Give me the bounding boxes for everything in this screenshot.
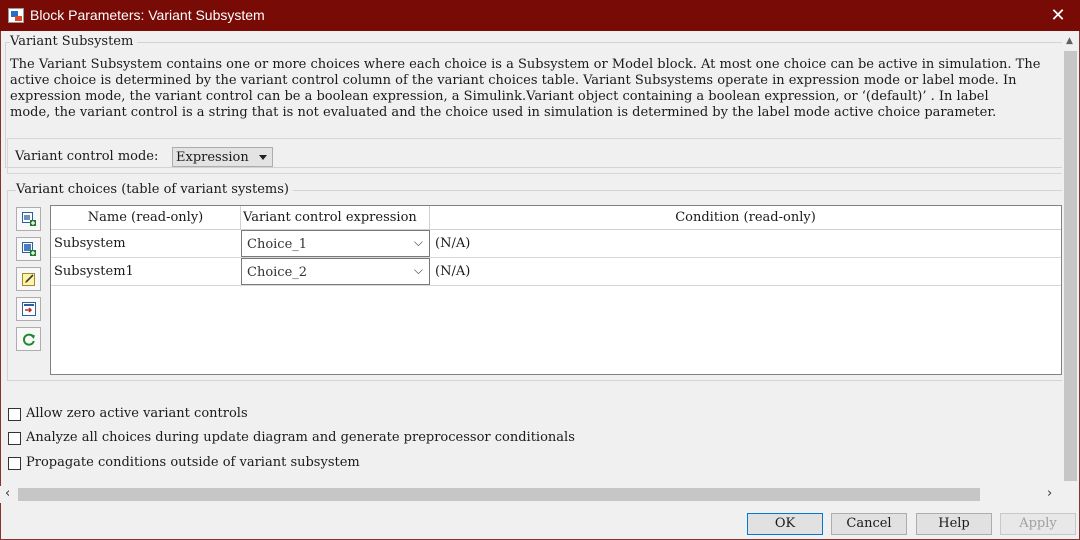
checkbox[interactable]	[8, 408, 21, 421]
add-choice-icon[interactable]	[16, 207, 41, 231]
scroll-right-icon[interactable]: ›	[1047, 486, 1052, 501]
vertical-scrollbar[interactable]: ▲	[1062, 31, 1079, 486]
control-mode-dropdown[interactable]: Expression	[172, 147, 273, 167]
checkbox-label: Allow zero active variant controls	[26, 406, 248, 421]
edit-choice-icon[interactable]	[16, 267, 41, 291]
choice-name: Subsystem1	[54, 264, 134, 279]
ok-button[interactable]: OK	[747, 513, 823, 535]
scroll-up-icon[interactable]: ▲	[1066, 36, 1073, 46]
chevron-down-icon: ⌵	[413, 235, 423, 249]
apply-button[interactable]: Apply	[1000, 513, 1076, 535]
control-mode-label: Variant control mode:	[15, 149, 159, 164]
checkbox-label: Analyze all choices during update diagra…	[26, 430, 575, 445]
simulink-block-icon	[8, 8, 24, 23]
variant-control-select[interactable]: Choice_2 ⌵	[241, 258, 430, 285]
horizontal-scroll-thumb[interactable]	[18, 488, 980, 501]
variant-control-value: Choice_1	[247, 237, 308, 252]
title-bar: Block Parameters: Variant Subsystem ✕	[0, 0, 1080, 31]
column-header-name[interactable]: Name (read-only)	[51, 206, 241, 230]
cancel-button[interactable]: Cancel	[831, 513, 907, 535]
choices-group-title: Variant choices (table of variant system…	[16, 182, 293, 197]
description-line: mode, the variant control is a string th…	[10, 105, 997, 120]
variant-control-select[interactable]: Choice_1 ⌵	[241, 230, 430, 257]
column-header-condition[interactable]: Condition (read-only)	[430, 206, 1061, 230]
dropdown-arrow-icon	[259, 155, 267, 160]
help-button[interactable]: Help	[916, 513, 992, 535]
add-model-choice-icon[interactable]	[16, 237, 41, 261]
choice-condition: (N/A)	[435, 236, 471, 251]
table-row[interactable]: Subsystem Choice_1 ⌵ (N/A)	[51, 230, 1061, 258]
description-line: expression mode, the variant control can…	[10, 89, 989, 104]
checkbox[interactable]	[8, 432, 21, 445]
table-row[interactable]: Subsystem1 Choice_2 ⌵ (N/A)	[51, 258, 1061, 286]
chevron-down-icon: ⌵	[413, 263, 423, 277]
description-line: The Variant Subsystem contains one or mo…	[10, 57, 1041, 72]
vertical-scroll-thumb[interactable]	[1064, 51, 1077, 481]
horizontal-scrollbar[interactable]: ‹ ›	[0, 486, 1062, 503]
column-header-control[interactable]: Variant control expression	[241, 206, 430, 230]
checkbox-label: Propagate conditions outside of variant …	[26, 455, 360, 470]
description-group-title: Variant Subsystem	[10, 34, 138, 49]
choice-name: Subsystem	[54, 236, 126, 251]
variant-control-value: Choice_2	[247, 265, 308, 280]
choice-condition: (N/A)	[435, 264, 471, 279]
description-line: active choice is determined by the varia…	[10, 73, 1017, 88]
checkbox[interactable]	[8, 457, 21, 470]
open-choice-icon[interactable]	[16, 297, 41, 321]
control-mode-value: Expression	[176, 150, 249, 165]
close-icon[interactable]: ✕	[1036, 0, 1080, 31]
window-title: Block Parameters: Variant Subsystem	[30, 7, 265, 23]
refresh-icon[interactable]	[16, 327, 41, 351]
variant-choices-table: Name (read-only) Variant control express…	[50, 205, 1062, 375]
scroll-left-icon[interactable]: ‹	[5, 486, 10, 501]
